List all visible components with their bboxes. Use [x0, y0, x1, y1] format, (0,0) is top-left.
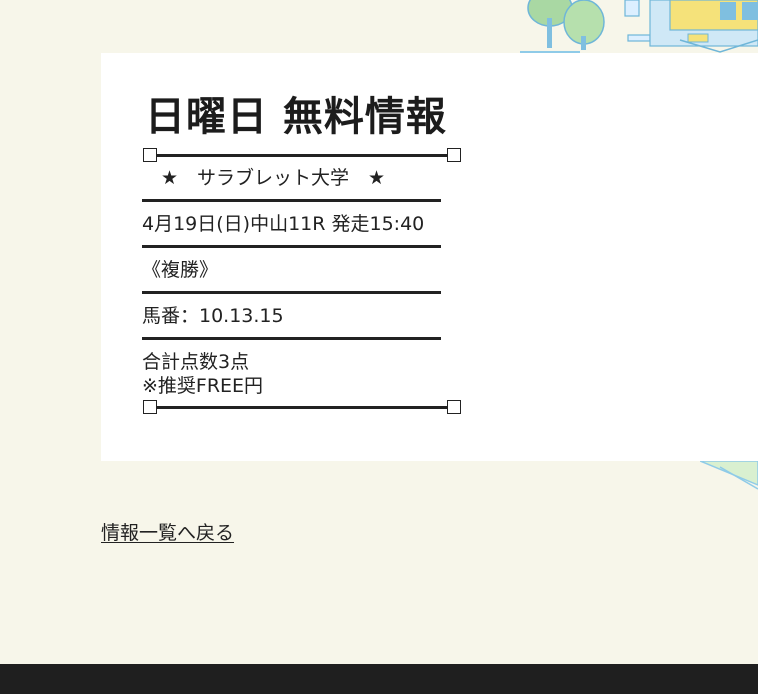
- separator: [142, 245, 441, 248]
- article-card: 日曜日 無料情報 ★ サラブレット大学 ★ 4月19日(日)中山11R 発走15…: [101, 53, 758, 461]
- race-info: 4月19日(日)中山11R 発走15:40: [142, 213, 425, 235]
- separator: [142, 291, 441, 294]
- frame-corner-box: [447, 148, 461, 162]
- article-headline: ★ サラブレット大学 ★: [161, 167, 386, 189]
- frame-top-border: [143, 148, 461, 164]
- horse-numbers: 馬番：10.13.15: [142, 305, 284, 327]
- frame-corner-box: [143, 148, 157, 162]
- separator: [142, 199, 441, 202]
- page-title: 日曜日 無料情報: [145, 94, 447, 140]
- page: 日曜日 無料情報 ★ サラブレット大学 ★ 4月19日(日)中山11R 発走15…: [0, 0, 758, 694]
- frame-corner-box: [143, 400, 157, 414]
- corner-illustration: [700, 460, 758, 490]
- back-to-list-link[interactable]: 情報一覧へ戻る: [101, 518, 234, 545]
- separator: [142, 337, 441, 340]
- frame-bottom-border: [143, 400, 461, 416]
- town-illustration: [520, 0, 758, 53]
- frame-rule: [157, 154, 447, 157]
- frame-rule: [157, 406, 447, 409]
- total-points: 合計点数3点: [142, 351, 250, 373]
- bet-type: 《複勝》: [142, 259, 219, 281]
- frame-corner-box: [447, 400, 461, 414]
- recommended-price: ※推奨FREE円: [142, 375, 264, 397]
- footer: [0, 664, 758, 694]
